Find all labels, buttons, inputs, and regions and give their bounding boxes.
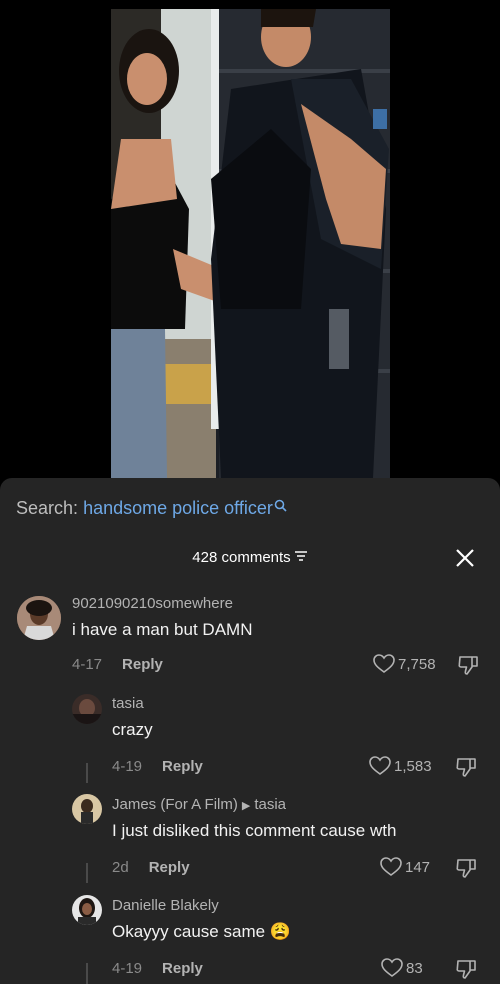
- comment-text: i have a man but DAMN: [72, 620, 253, 639]
- heart-icon: [380, 856, 402, 876]
- search-label: Search:: [16, 498, 79, 518]
- reply-button[interactable]: Reply: [162, 960, 203, 977]
- comment-username[interactable]: Danielle Blakely: [112, 897, 219, 914]
- comment-date: 4-19: [112, 758, 143, 775]
- video-player[interactable]: [111, 9, 390, 478]
- comment-meta: 2d Reply: [112, 859, 190, 876]
- comment-username[interactable]: tasia: [112, 695, 144, 712]
- search-icon: [274, 496, 287, 517]
- avatar[interactable]: [72, 794, 102, 824]
- comments-sheet: Search: handsome police officer 428 comm…: [0, 478, 500, 984]
- thread-line: [86, 963, 88, 984]
- search-suggestion[interactable]: Search: handsome police officer: [16, 498, 287, 519]
- filter-icon[interactable]: [294, 549, 308, 566]
- dislike-icon[interactable]: [455, 756, 477, 778]
- dislike-icon[interactable]: [455, 958, 477, 980]
- like-button[interactable]: 83: [381, 957, 423, 978]
- avatar[interactable]: [72, 895, 102, 925]
- comment-username[interactable]: 9021090210somewhere: [72, 595, 233, 612]
- comment-text: I just disliked this comment cause wth: [112, 821, 397, 840]
- comment-text: Okayyy cause same 😩: [112, 922, 291, 942]
- heart-icon: [381, 957, 403, 977]
- reply-button[interactable]: Reply: [149, 859, 190, 876]
- comment-meta: 4-19 Reply: [112, 758, 203, 775]
- comments-count: 428 comments: [192, 549, 291, 566]
- comment-text: crazy: [112, 720, 153, 739]
- reply-arrow-icon: ▶: [241, 800, 251, 812]
- like-button[interactable]: 147: [380, 856, 431, 877]
- video-frame-image: [111, 9, 390, 478]
- weary-face-emoji: 😩: [269, 922, 291, 941]
- heart-icon: [369, 755, 391, 775]
- heart-icon: [373, 653, 395, 673]
- like-count: 7,758: [398, 656, 436, 673]
- like-count: 1,583: [394, 758, 432, 775]
- thread-line: [86, 763, 88, 783]
- comment-date: 4-17: [72, 656, 103, 673]
- search-term-link[interactable]: handsome police officer: [83, 498, 273, 518]
- like-button[interactable]: 7,758: [373, 653, 436, 674]
- comment-date: 4-19: [112, 960, 143, 977]
- reply-button[interactable]: Reply: [122, 656, 163, 673]
- close-icon[interactable]: [454, 547, 476, 569]
- reply-to-username[interactable]: tasia: [254, 796, 286, 813]
- comments-header: 428 comments: [0, 549, 500, 566]
- like-count: 147: [405, 859, 431, 876]
- thread-line: [86, 863, 88, 883]
- avatar[interactable]: [17, 596, 61, 640]
- comment-username: James (For A Film) ▶ tasia: [112, 796, 286, 813]
- comment-date: 2d: [112, 859, 129, 876]
- dislike-icon[interactable]: [457, 654, 479, 676]
- comment-meta: 4-17 Reply: [72, 656, 163, 673]
- reply-button[interactable]: Reply: [162, 758, 203, 775]
- avatar[interactable]: [72, 694, 102, 724]
- comment-username-link[interactable]: James (For A Film): [112, 796, 238, 813]
- dislike-icon[interactable]: [455, 857, 477, 879]
- comment-text-body: Okayyy cause same: [112, 922, 266, 941]
- comment-meta: 4-19 Reply: [112, 960, 203, 977]
- like-button[interactable]: 1,583: [369, 755, 432, 776]
- like-count: 83: [406, 960, 423, 977]
